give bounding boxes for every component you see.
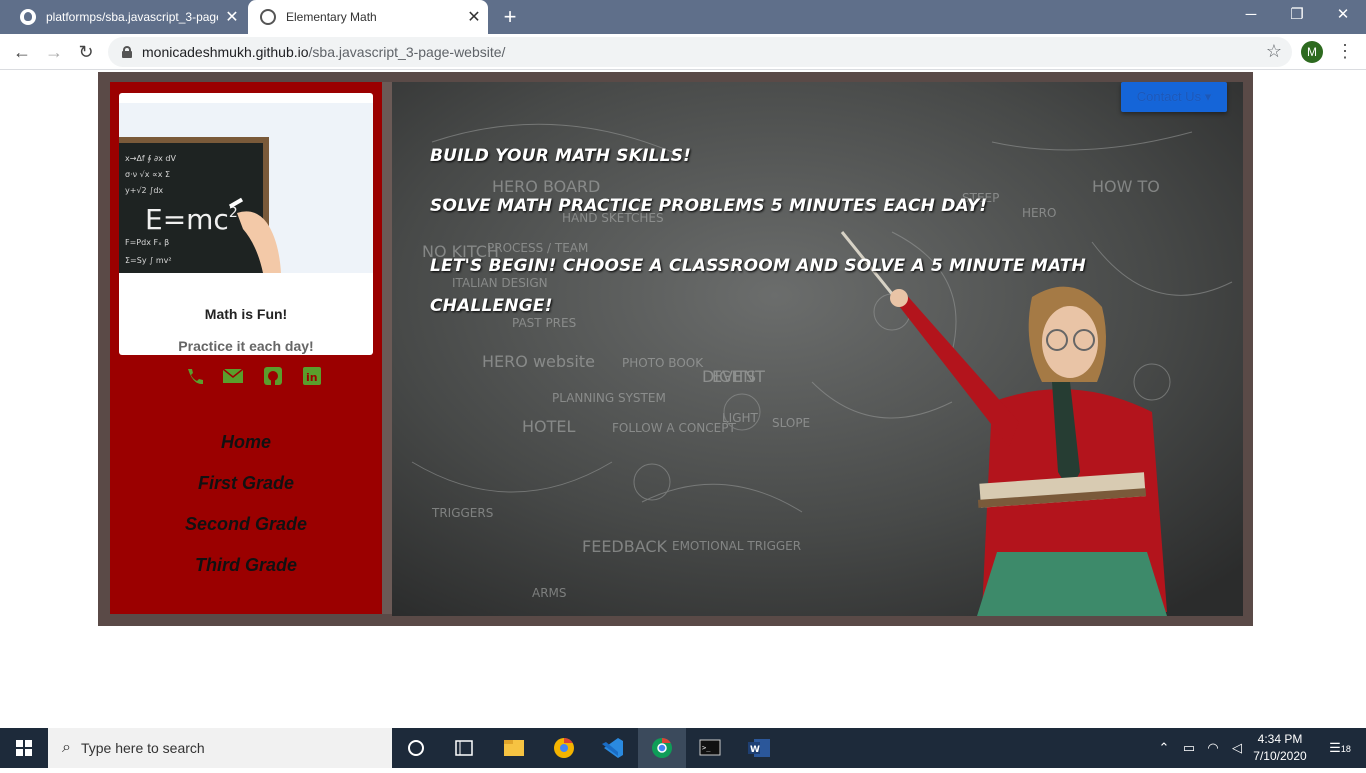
hero-line-4: CHALLENGE!	[430, 296, 553, 316]
clock-time: 4:34 PM	[1257, 732, 1303, 746]
chrome-canary-icon[interactable]	[540, 728, 588, 768]
close-window-icon[interactable]: ✕	[1320, 0, 1366, 30]
chalk-word: HOW TO	[1092, 177, 1160, 196]
contact-us-button[interactable]: Contact Us ▾	[1121, 82, 1227, 112]
url-host: monicadeshmukh.github.io	[142, 44, 309, 60]
lock-icon[interactable]	[122, 46, 132, 58]
tab-title: Elementary Math	[286, 10, 377, 24]
card-title: Math is Fun!	[204, 306, 288, 322]
chalk-word: TRIGGERS	[431, 506, 493, 520]
github-favicon-icon	[20, 9, 36, 25]
social-links: in	[185, 367, 325, 387]
card-subtitle: Practice it each day!	[178, 338, 314, 354]
chalk-word: FOLLOW A CONCEPT	[612, 421, 736, 435]
profile-avatar[interactable]: M	[1301, 41, 1323, 63]
emc-formula: E=mc2	[145, 203, 238, 236]
svg-text:y+√2 ∫dx: y+√2 ∫dx	[125, 186, 163, 195]
chalkboard-image: x→Δf ∮ ∂x dV σ·ν √x ∝x Σ y+√2 ∫dx F=Pdx …	[119, 103, 373, 273]
restore-icon[interactable]: ❐	[1274, 0, 1320, 30]
hero-line-2: SOLVE MATH PRACTICE PROBLEMS 5 MINUTES E…	[430, 196, 988, 216]
wifi-icon[interactable]: ◠	[1202, 728, 1224, 768]
taskbar-clock[interactable]: 4:34 PM 7/10/2020	[1246, 731, 1314, 765]
chalk-word: DIGITS	[702, 367, 756, 386]
chalk-word: HERO website	[482, 352, 595, 371]
phone-icon[interactable]	[185, 367, 203, 385]
browser-toolbar: ← → ↻ monicadeshmukh.github.io/sba.javas…	[0, 34, 1366, 70]
svg-text:F=Pdx Fₓ β: F=Pdx Fₓ β	[125, 238, 169, 247]
browser-tab-github[interactable]: platformps/sba.javascript_3-page ✕	[8, 0, 246, 34]
svg-text:in: in	[306, 371, 318, 384]
github-icon[interactable]	[264, 367, 282, 385]
chalk-word: ITALIAN DESIGN	[452, 276, 548, 290]
cortana-icon[interactable]	[392, 728, 440, 768]
caret-down-icon: ▾	[1201, 89, 1212, 104]
svg-text:>_: >_	[702, 744, 711, 752]
chalk-word: HOTEL	[522, 417, 576, 436]
nav-first-grade[interactable]: First Grade	[110, 473, 382, 514]
chalk-word: ARMS	[532, 586, 567, 600]
browser-tab-elementary-math[interactable]: Elementary Math ✕	[248, 0, 488, 34]
reload-icon[interactable]: ↻	[72, 38, 100, 66]
svg-text:x→Δf ∮ ∂x dV: x→Δf ∮ ∂x dV	[125, 154, 176, 163]
page-viewport: x→Δf ∮ ∂x dV σ·ν √x ∝x Σ y+√2 ∫dx F=Pdx …	[0, 71, 1366, 728]
windows-start-icon[interactable]	[0, 728, 48, 768]
linkedin-icon[interactable]: in	[303, 367, 321, 385]
svg-text:W: W	[750, 745, 760, 755]
minimize-icon[interactable]: ─	[1228, 0, 1274, 30]
forward-arrow-icon[interactable]: →	[40, 38, 68, 66]
tab-title: platformps/sba.javascript_3-page	[46, 10, 218, 24]
contact-us-label: Contact Us	[1136, 89, 1202, 104]
hero-line-3: LET'S BEGIN! CHOOSE A CLASSROOM AND SOLV…	[430, 256, 1086, 276]
vscode-icon[interactable]	[588, 728, 636, 768]
column-divider	[382, 82, 392, 614]
search-placeholder: Type here to search	[80, 740, 205, 756]
nav-third-grade[interactable]: Third Grade	[110, 555, 382, 596]
taskbar-search[interactable]: ⌕ Type here to search	[48, 728, 392, 768]
nav-home[interactable]: Home	[110, 432, 382, 473]
close-tab-icon[interactable]: ✕	[460, 7, 488, 27]
chalk-word: PLANNING SYSTEM	[552, 391, 666, 405]
address-bar[interactable]: monicadeshmukh.github.io/sba.javascript_…	[108, 37, 1292, 67]
chalk-word: FEEDBACK	[582, 537, 668, 556]
search-icon: ⌕	[62, 739, 71, 756]
back-arrow-icon[interactable]: ←	[8, 38, 36, 66]
chalk-word: PROCESS / TEAM	[487, 241, 588, 255]
close-tab-icon[interactable]: ✕	[218, 7, 246, 27]
svg-text:Σ=Sy ∫ mv²: Σ=Sy ∫ mv²	[125, 256, 172, 265]
tray-chevron-icon[interactable]: ⌃	[1154, 728, 1174, 768]
notification-count: 18	[1340, 744, 1351, 754]
volume-icon[interactable]: ◁	[1226, 728, 1248, 768]
kebab-menu-icon[interactable]: ⋮	[1336, 40, 1354, 62]
chalk-word: HERO	[1022, 206, 1056, 220]
svg-text:σ·ν √x ∝x Σ: σ·ν √x ∝x Σ	[125, 170, 170, 179]
chalk-word: PHOTO BOOK	[622, 356, 704, 370]
url-path: /sba.javascript_3-page-website/	[308, 44, 506, 60]
clock-date: 7/10/2020	[1253, 749, 1307, 763]
new-tab-icon[interactable]: +	[498, 5, 522, 29]
chalk-word: PAST PRES	[512, 316, 576, 330]
word-icon[interactable]: W	[736, 728, 784, 768]
profile-card: x→Δf ∮ ∂x dV σ·ν √x ∝x Σ y+√2 ∫dx F=Pdx …	[119, 93, 373, 355]
battery-icon[interactable]: ▭	[1178, 728, 1200, 768]
notifications-icon[interactable]: ☰18	[1320, 728, 1360, 768]
windows-taskbar: ⌕ Type here to search >_ W ⌃ ▭ ◠ ◁ 4:34 …	[0, 728, 1366, 768]
terminal-icon[interactable]: >_	[686, 728, 734, 768]
task-view-icon[interactable]	[440, 728, 488, 768]
sidebar: x→Δf ∮ ∂x dV σ·ν √x ∝x Σ y+√2 ∫dx F=Pdx …	[110, 82, 382, 614]
chrome-icon[interactable]	[638, 728, 686, 768]
file-explorer-icon[interactable]	[490, 728, 538, 768]
chalk-word: HERO BOARD	[492, 177, 600, 196]
browser-tab-strip: platformps/sba.javascript_3-page ✕ Eleme…	[0, 0, 1366, 34]
hero-banner: HERO BOARD HAND SKETCHES PROCESS / TEAM NO …	[392, 82, 1243, 616]
globe-favicon-icon	[260, 9, 276, 25]
envelope-icon[interactable]	[223, 367, 243, 385]
sidebar-nav: Home First Grade Second Grade Third Grad…	[110, 432, 382, 596]
bookmark-star-icon[interactable]: ☆	[1266, 41, 1282, 62]
hero-line-1: BUILD YOUR MATH SKILLS!	[430, 146, 692, 166]
chalk-word: EMOTIONAL TRIGGER	[672, 539, 801, 553]
chalk-word: SLOPE	[772, 416, 810, 430]
nav-second-grade[interactable]: Second Grade	[110, 514, 382, 555]
site-frame: x→Δf ∮ ∂x dV σ·ν √x ∝x Σ y+√2 ∫dx F=Pdx …	[98, 72, 1253, 626]
